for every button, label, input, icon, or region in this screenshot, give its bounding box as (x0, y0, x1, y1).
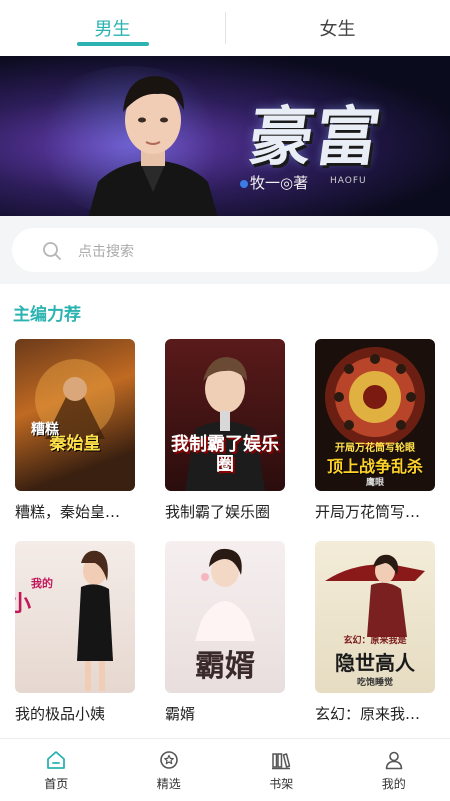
banner-author-text: 牧一◎著 (250, 174, 308, 192)
search-icon (42, 241, 62, 261)
nav-featured[interactable]: 精选 (113, 739, 226, 801)
banner-author: 牧一◎著 (240, 172, 308, 193)
book-title: 玄幻：原来我… (315, 703, 437, 724)
tab-male[interactable]: 男生 (0, 0, 225, 56)
cover-title-text: 隐世高人 (315, 647, 435, 676)
search-input[interactable]: 点击搜索 (12, 228, 438, 272)
bookshelf-icon (270, 749, 292, 771)
search-placeholder: 点击搜索 (78, 241, 134, 261)
book-card[interactable]: 霸婿 霸婿 (165, 541, 285, 724)
promo-banner[interactable]: 豪富 牧一◎著 HAOFU (0, 56, 450, 216)
nav-bookshelf[interactable]: 书架 (225, 739, 338, 801)
nav-featured-label: 精选 (157, 775, 181, 792)
tab-female-label: 女生 (320, 15, 356, 41)
cover-sub-text: 开局万花筒写轮眼 (315, 439, 435, 454)
cover-author-text: 鹰眼 (315, 475, 435, 488)
tab-female[interactable]: 女生 (225, 0, 450, 56)
book-title: 霸婿 (165, 703, 287, 724)
cover-sub-text: 玄幻：原来我是 (315, 633, 435, 646)
nav-profile-label: 我的 (382, 775, 406, 792)
banner-character-image (78, 62, 228, 216)
book-title: 我的极品小姨 (15, 703, 137, 724)
cover-art (15, 541, 135, 693)
nav-bookshelf-label: 书架 (269, 775, 293, 792)
tab-male-label: 男生 (95, 15, 131, 41)
book-cover: 我制霸了娱乐圈 (165, 339, 285, 491)
book-cover: 开局万花筒写轮眼 顶上战争乱杀 鹰眼 (315, 339, 435, 491)
book-card[interactable]: 秦始皇 糟糕 糟糕，秦始皇… (15, 339, 135, 522)
cover-title-text: 我制霸了娱乐圈 (165, 435, 285, 475)
book-title: 糟糕，秦始皇… (15, 501, 137, 522)
book-cover: 秦始皇 糟糕 (15, 339, 135, 491)
nav-home-label: 首页 (44, 775, 68, 792)
cover-title-text: 极品小姨 (15, 591, 33, 643)
book-title: 我制霸了娱乐圈 (165, 501, 287, 522)
bottom-nav: 首页 精选 书架 我的 (0, 738, 450, 801)
book-cover: 我的 极品小姨 (15, 541, 135, 693)
cover-art (15, 339, 135, 491)
cover-sub-text: 我的 (15, 575, 135, 591)
user-icon (383, 749, 405, 771)
book-card[interactable]: 我的 极品小姨 我的极品小姨 (15, 541, 135, 724)
nav-profile[interactable]: 我的 (338, 739, 450, 801)
banner-title: 豪富 (244, 86, 389, 178)
book-card[interactable]: 玄幻：原来我是 隐世高人 吃饱睡觉 玄幻：原来我… (315, 541, 435, 724)
nav-home[interactable]: 首页 (0, 739, 113, 801)
book-title: 开局万花筒写… (315, 501, 437, 522)
top-tab-bar: 男生 女生 (0, 0, 450, 56)
book-card[interactable]: 开局万花筒写轮眼 顶上战争乱杀 鹰眼 开局万花筒写… (315, 339, 435, 522)
cover-title-text: 霸婿 (165, 641, 285, 685)
author-dot-icon (240, 180, 248, 188)
cover-title-text: 顶上战争乱杀 (315, 453, 435, 477)
book-cover: 玄幻：原来我是 隐世高人 吃饱睡觉 (315, 541, 435, 693)
section-title: 主编力荐 (13, 300, 81, 325)
star-badge-icon (158, 749, 180, 771)
cover-sub-text: 糟糕 (15, 419, 135, 439)
banner-pinyin: HAOFU (330, 176, 367, 186)
tab-active-indicator (77, 42, 149, 46)
home-icon (45, 749, 67, 771)
tab-divider (225, 12, 226, 44)
book-card[interactable]: 我制霸了娱乐圈 我制霸了娱乐圈 (165, 339, 285, 522)
search-area: 点击搜索 (0, 216, 450, 284)
book-cover: 霸婿 (165, 541, 285, 693)
cover-author-text: 吃饱睡觉 (315, 675, 435, 688)
